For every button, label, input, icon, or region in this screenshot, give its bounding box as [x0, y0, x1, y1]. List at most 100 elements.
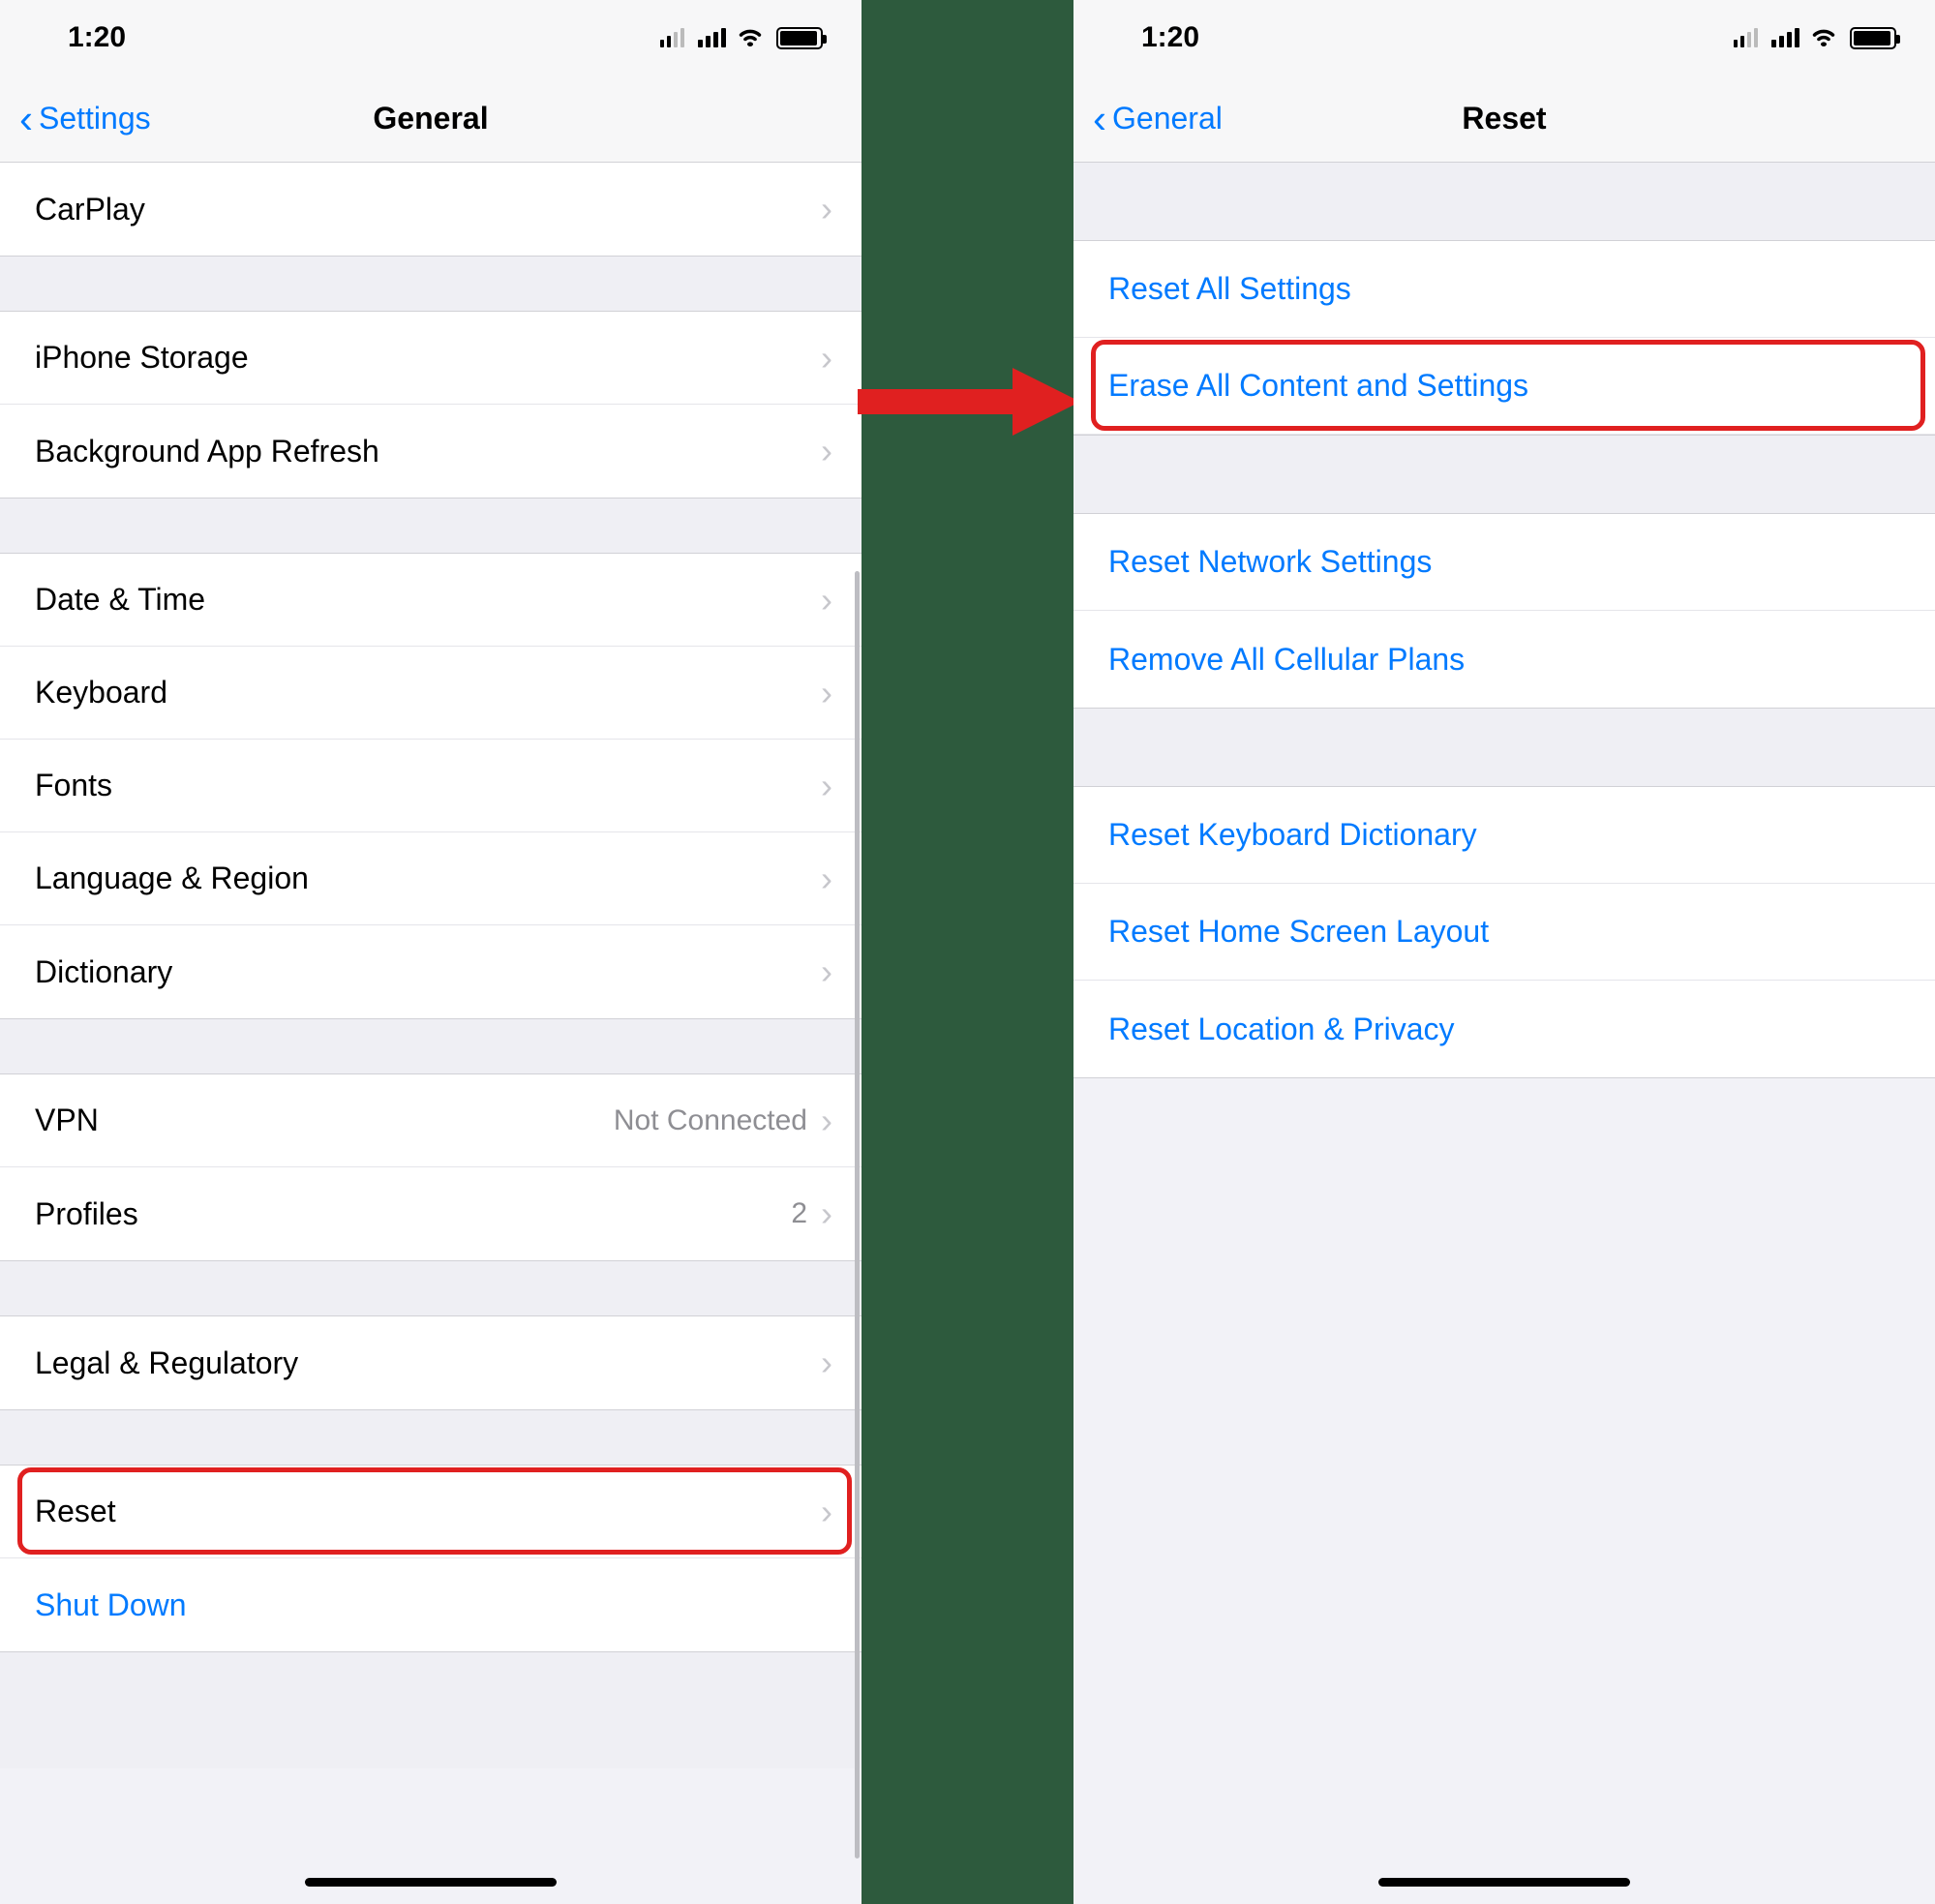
- section-gap: [0, 257, 862, 311]
- row-label: Date & Time: [35, 582, 205, 618]
- row-shut-down[interactable]: Shut Down: [0, 1558, 862, 1651]
- row-label: Legal & Regulatory: [35, 1345, 298, 1381]
- row-language-region[interactable]: Language & Region ›: [0, 832, 862, 925]
- row-reset-home-screen[interactable]: Reset Home Screen Layout: [1073, 884, 1935, 981]
- section-gap: [0, 1652, 862, 1768]
- row-label: Dictionary: [35, 954, 172, 990]
- reset-group: Reset Keyboard Dictionary Reset Home Scr…: [1073, 786, 1935, 1078]
- status-icons: [660, 25, 823, 51]
- row-profiles[interactable]: Profiles 2 ›: [0, 1167, 862, 1260]
- settings-group: Date & Time › Keyboard › Fonts › Languag…: [0, 553, 862, 1019]
- row-dictionary[interactable]: Dictionary ›: [0, 925, 862, 1018]
- nav-bar: ‹ General Reset: [1073, 76, 1935, 163]
- row-reset-all-settings[interactable]: Reset All Settings: [1073, 241, 1935, 338]
- chevron-left-icon: ‹: [19, 99, 33, 139]
- row-reset-network[interactable]: Reset Network Settings: [1073, 514, 1935, 611]
- row-value: 2: [791, 1197, 807, 1230]
- chevron-right-icon: ›: [821, 676, 832, 710]
- chevron-right-icon: ›: [821, 583, 832, 618]
- row-fonts[interactable]: Fonts ›: [0, 740, 862, 832]
- home-indicator[interactable]: [305, 1878, 557, 1887]
- chevron-right-icon: ›: [821, 434, 832, 468]
- row-label: Reset All Settings: [1108, 271, 1351, 307]
- chevron-right-icon: ›: [821, 1495, 832, 1529]
- chevron-right-icon: ›: [821, 861, 832, 896]
- battery-icon: [1850, 27, 1896, 49]
- row-carplay[interactable]: CarPlay ›: [0, 163, 862, 256]
- settings-group: Legal & Regulatory ›: [0, 1315, 862, 1410]
- signal-bars-icon: [694, 28, 726, 47]
- phone-general-settings: 1:20 ‹ Settings General CarPlay ›: [0, 0, 862, 1904]
- settings-group: CarPlay ›: [0, 163, 862, 257]
- wifi-icon: [736, 25, 765, 51]
- row-remove-cellular-plans[interactable]: Remove All Cellular Plans: [1073, 611, 1935, 708]
- chevron-right-icon: ›: [821, 1103, 832, 1138]
- row-label: iPhone Storage: [35, 340, 249, 376]
- row-reset-location-privacy[interactable]: Reset Location & Privacy: [1073, 981, 1935, 1077]
- nav-back-label: Settings: [39, 101, 151, 136]
- divider-gap: [862, 0, 1073, 1904]
- cellular-strength-icon: [660, 28, 684, 47]
- row-legal-regulatory[interactable]: Legal & Regulatory ›: [0, 1316, 862, 1409]
- status-icons: [1734, 25, 1896, 51]
- chevron-right-icon: ›: [821, 1196, 832, 1231]
- chevron-right-icon: ›: [821, 1345, 832, 1380]
- row-label: Shut Down: [35, 1587, 187, 1623]
- section-gap: [0, 1410, 862, 1465]
- row-background-app-refresh[interactable]: Background App Refresh ›: [0, 405, 862, 498]
- nav-back-button[interactable]: ‹ Settings: [19, 99, 151, 139]
- status-bar: 1:20: [0, 0, 862, 76]
- reset-group: Reset Network Settings Remove All Cellul…: [1073, 513, 1935, 709]
- row-iphone-storage[interactable]: iPhone Storage ›: [0, 312, 862, 405]
- section-gap: [0, 1019, 862, 1073]
- chevron-right-icon: ›: [821, 954, 832, 989]
- row-label: Reset Location & Privacy: [1108, 1012, 1455, 1047]
- settings-group: Reset › Shut Down: [0, 1465, 862, 1652]
- phone-reset-settings: 1:20 ‹ General Reset Reset All Settings: [1073, 0, 1935, 1904]
- row-label: VPN: [35, 1103, 99, 1138]
- settings-group: iPhone Storage › Background App Refresh …: [0, 311, 862, 499]
- status-time: 1:20: [68, 21, 126, 54]
- row-label: Reset Keyboard Dictionary: [1108, 817, 1477, 853]
- row-keyboard[interactable]: Keyboard ›: [0, 647, 862, 740]
- home-indicator[interactable]: [1378, 1878, 1630, 1887]
- cellular-strength-icon: [1734, 28, 1758, 47]
- scrollbar-indicator: [855, 571, 860, 1859]
- chevron-right-icon: ›: [821, 769, 832, 803]
- section-gap: [1073, 163, 1935, 240]
- section-gap: [1073, 709, 1935, 786]
- signal-bars-icon: [1768, 28, 1799, 47]
- reset-group: Reset All Settings Erase All Content and…: [1073, 240, 1935, 436]
- row-label: Profiles: [35, 1196, 138, 1232]
- nav-back-button[interactable]: ‹ General: [1093, 99, 1223, 139]
- status-bar: 1:20: [1073, 0, 1935, 76]
- section-gap: [0, 1261, 862, 1315]
- row-label: Reset Network Settings: [1108, 544, 1432, 580]
- row-label: Remove All Cellular Plans: [1108, 642, 1465, 678]
- row-label: Fonts: [35, 768, 112, 803]
- row-label: Language & Region: [35, 861, 309, 896]
- settings-group: VPN Not Connected › Profiles 2 ›: [0, 1073, 862, 1261]
- row-label: Reset Home Screen Layout: [1108, 914, 1489, 950]
- wifi-icon: [1809, 25, 1838, 51]
- row-label: CarPlay: [35, 192, 145, 227]
- row-value: Not Connected: [614, 1104, 807, 1137]
- nav-title: Reset: [1462, 101, 1546, 136]
- section-gap: [1073, 436, 1935, 513]
- row-date-time[interactable]: Date & Time ›: [0, 554, 862, 647]
- row-label: Background App Refresh: [35, 434, 379, 469]
- chevron-left-icon: ‹: [1093, 99, 1106, 139]
- row-vpn[interactable]: VPN Not Connected ›: [0, 1074, 862, 1167]
- row-reset[interactable]: Reset ›: [0, 1466, 862, 1558]
- nav-title: General: [373, 101, 488, 136]
- battery-icon: [776, 27, 823, 49]
- row-label: Keyboard: [35, 675, 167, 710]
- status-time: 1:20: [1141, 21, 1199, 54]
- nav-back-label: General: [1112, 101, 1223, 136]
- row-erase-all-content[interactable]: Erase All Content and Settings: [1073, 338, 1935, 435]
- row-reset-keyboard-dictionary[interactable]: Reset Keyboard Dictionary: [1073, 787, 1935, 884]
- chevron-right-icon: ›: [821, 341, 832, 376]
- chevron-right-icon: ›: [821, 192, 832, 227]
- nav-bar: ‹ Settings General: [0, 76, 862, 163]
- arrow-right-icon: [858, 358, 1080, 445]
